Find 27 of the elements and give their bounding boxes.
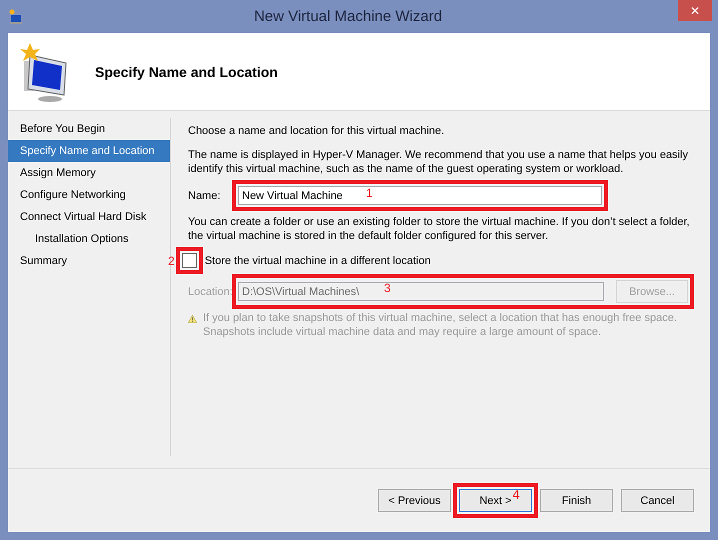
annotation-number: 1 (366, 187, 373, 199)
annotation-number: 4 (512, 489, 520, 501)
warning-icon (188, 312, 197, 326)
wizard-step[interactable]: Assign Memory (8, 162, 170, 184)
intro-text: Choose a name and location for this virtual machine. (188, 124, 446, 138)
wizard-step[interactable]: Configure Networking (8, 184, 170, 206)
window-title: New Virtual Machine Wizard (252, 8, 444, 25)
wizard-button[interactable]: Finish (540, 489, 613, 512)
wizard-step[interactable]: Summary (8, 250, 170, 272)
annotation-number: 3 (384, 282, 391, 294)
close-button[interactable]: ✕ (678, 0, 712, 21)
app-icon (8, 8, 24, 24)
wizard-button[interactable]: < Previous (378, 489, 451, 512)
wizard-step[interactable]: Connect Virtual Hard Disk (8, 206, 170, 228)
location-label: Location: (188, 286, 232, 298)
wizard-step[interactable]: Specify Name and Location (8, 140, 170, 162)
checkbox[interactable] (182, 253, 197, 268)
wizard-step[interactable]: Before You Begin (8, 118, 170, 140)
checkbox-label[interactable]: Store the virtual machine in a different location (204, 254, 431, 266)
annotation-number: 2 (168, 254, 175, 266)
page-heading: Specify Name and Location (95, 64, 278, 80)
description-text: The name is displayed in Hyper-V Manager. We recommend that you use a name that helps you easily identify this virtual machine, such as the name of the guest operating system or workload. (188, 148, 689, 176)
wizard-step[interactable]: Installation Options (8, 228, 170, 250)
name-label: Name: (188, 190, 222, 202)
wizard-button[interactable]: Cancel (621, 489, 694, 512)
folder-text: You can create a folder or use an existing folder to store the virtual machine. If you don’t select a folder, the virtual machine is stored in the default folder configured for this server. (188, 215, 691, 243)
warning-text: If you plan to take snapshots of this virtual machine, select a location that has enough free space. Snapshots include virtual machine data and may require a large amount of space. (202, 311, 678, 339)
